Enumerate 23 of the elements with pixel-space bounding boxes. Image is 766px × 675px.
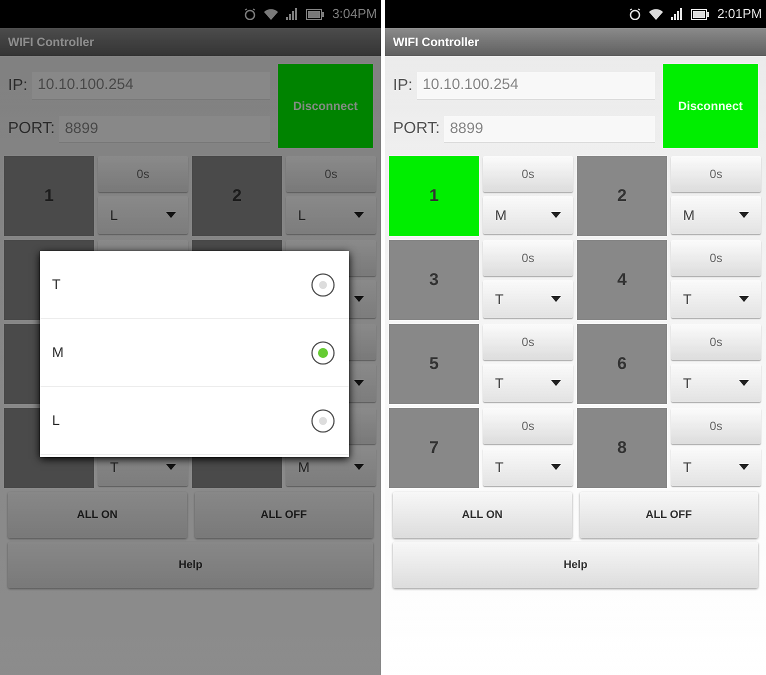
app-title: WIFI Controller [385, 28, 766, 56]
mode-value: M [683, 206, 695, 224]
ip-label: IP: [393, 76, 413, 96]
mode-value: L [298, 206, 306, 224]
option-label: L [52, 411, 60, 430]
mode-value: T [683, 458, 692, 476]
option-label: T [52, 275, 61, 294]
mode-value: T [110, 458, 119, 476]
mode-value: T [683, 374, 692, 392]
mode-value: T [495, 374, 504, 392]
app-title: WIFI Controller [0, 28, 381, 56]
mode-value: T [683, 290, 692, 308]
ip-label: IP: [8, 76, 28, 96]
mode-value: T [495, 458, 504, 476]
status-time: 2:01PM [717, 5, 762, 24]
status-time: 3:04PM [332, 5, 377, 24]
mode-value: L [110, 206, 118, 224]
port-label: PORT: [393, 119, 440, 140]
mode-value: T [495, 290, 504, 308]
port-label: PORT: [8, 119, 55, 140]
mode-value: M [298, 458, 310, 476]
option-label: M [52, 343, 64, 362]
mode-value: M [495, 206, 507, 224]
